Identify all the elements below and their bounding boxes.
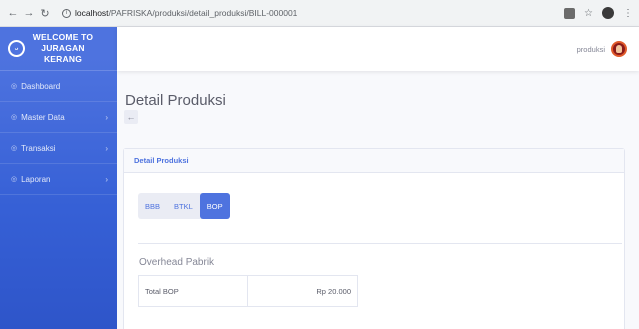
browser-toolbar: ← → ↻ i localhost/PAFRISKA/produksi/deta… <box>0 0 639 27</box>
browser-menu-icon[interactable]: ⋮ <box>623 8 633 19</box>
bookmark-star-icon[interactable]: ☆ <box>584 8 593 19</box>
sidebar-brand[interactable]: ᵕ WELCOME TO JURAGAN KERANG <box>0 27 117 71</box>
topbar: produksi <box>117 27 639 71</box>
cog-icon: ◎ <box>11 176 18 183</box>
url-path: /PAFRISKA/produksi/detail_produksi/BILL-… <box>108 8 298 18</box>
brand-title: WELCOME TO JURAGAN KERANG <box>32 32 94 64</box>
sidebar-item-label: Dashboard <box>21 81 61 91</box>
bop-table: Total BOP Rp 20.000 <box>138 275 358 307</box>
sidebar: ᵕ WELCOME TO JURAGAN KERANG ◎ Dashboard … <box>0 27 117 329</box>
tab-btkl[interactable]: BTKL <box>167 193 200 219</box>
profile-icon[interactable] <box>602 7 614 19</box>
sidebar-item-label: Master Data <box>21 112 65 122</box>
chevron-right-icon: › <box>105 143 108 153</box>
cog-icon: ◎ <box>11 145 18 152</box>
tab-bop[interactable]: BOP <box>199 193 230 219</box>
sidebar-item-label: Laporan <box>21 174 51 184</box>
browser-actions: ☆ ⋮ <box>564 7 633 19</box>
chevron-right-icon: › <box>105 174 108 184</box>
user-name[interactable]: produksi <box>577 45 605 54</box>
back-button[interactable]: ← <box>124 110 138 124</box>
sidebar-item-laporan[interactable]: ◎ Laporan › <box>0 164 117 195</box>
arrow-left-icon: ← <box>126 112 136 122</box>
tab-group: BBB BTKL BOP <box>138 193 230 219</box>
sidebar-item-master-data[interactable]: ◎ Master Data › <box>0 102 117 133</box>
url-host: localhost <box>75 8 109 18</box>
avatar[interactable] <box>611 41 627 57</box>
info-icon[interactable]: i <box>62 8 71 18</box>
forward-arrow-icon[interactable]: → <box>22 7 36 19</box>
sidebar-item-transaksi[interactable]: ◎ Transaksi › <box>0 133 117 164</box>
tab-bbb[interactable]: BBB <box>138 193 167 219</box>
sidebar-item-dashboard[interactable]: ◎ Dashboard <box>0 71 117 102</box>
laugh-wink-icon: ᵕ <box>6 38 27 59</box>
section-title: Overhead Pabrik <box>139 257 215 268</box>
reload-icon[interactable]: ↻ <box>38 7 52 20</box>
cog-icon: ◎ <box>11 114 18 121</box>
table-cell-value: Rp 20.000 <box>246 275 358 307</box>
address-bar[interactable]: i localhost/PAFRISKA/produksi/detail_pro… <box>62 8 297 18</box>
card-header: Detail Produksi <box>124 149 624 173</box>
table-cell-label: Total BOP <box>138 275 248 307</box>
table-row: Total BOP Rp 20.000 <box>138 275 358 307</box>
detail-card: Detail Produksi BBB BTKL BOP Overhead Pa… <box>123 148 625 329</box>
divider <box>138 243 622 244</box>
page-title: Detail Produksi <box>125 92 226 109</box>
dashboard-icon: ◎ <box>11 83 18 90</box>
chevron-right-icon: › <box>105 112 108 122</box>
sidebar-item-label: Transaksi <box>21 143 56 153</box>
extension-icon[interactable] <box>564 7 576 19</box>
back-arrow-icon[interactable]: ← <box>6 7 20 19</box>
